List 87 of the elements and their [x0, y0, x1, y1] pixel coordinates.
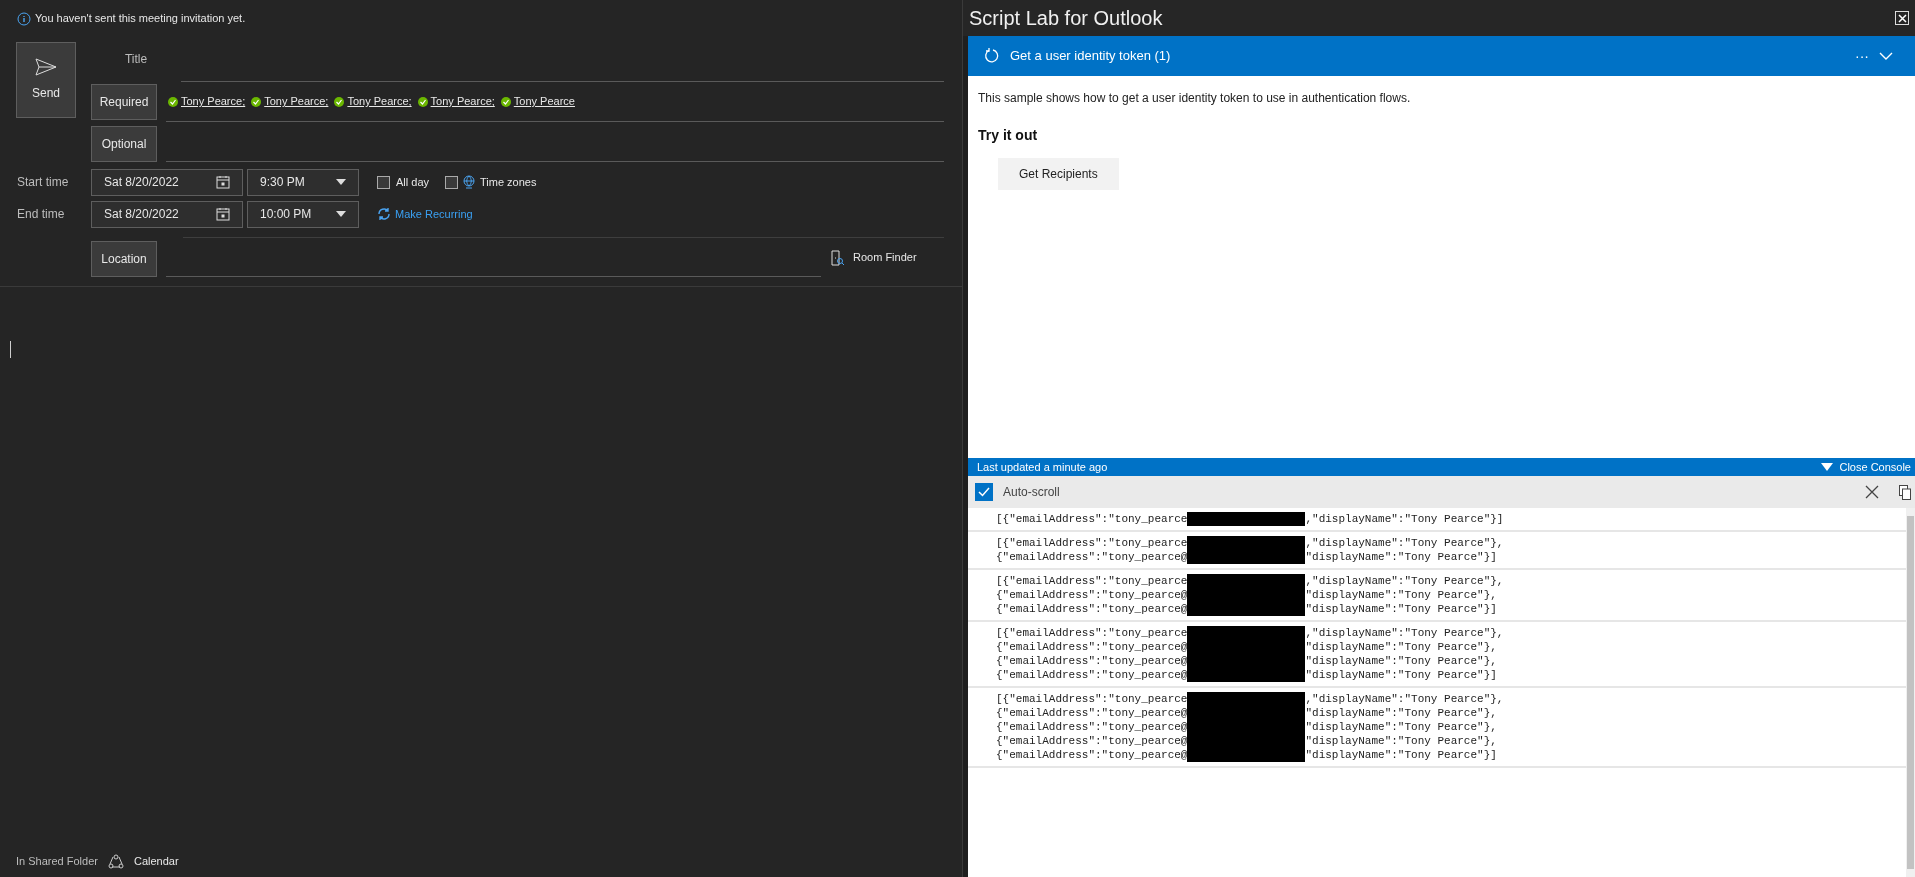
console-text: "displayName":"Tony Pearce"},: [1305, 587, 1497, 603]
check-circle-icon: [417, 96, 428, 107]
console-text: "displayName":"Tony Pearce"}]: [1305, 667, 1497, 683]
check-circle-icon: [251, 96, 262, 107]
all-day-checkbox[interactable]: [377, 175, 390, 189]
caret-icon: [336, 211, 346, 217]
room-finder-link[interactable]: Room Finder: [853, 249, 917, 266]
calendar-label: Calendar: [133, 853, 179, 869]
date-field[interactable]: Sat 8/20/2022: [91, 200, 243, 228]
console-text: ,"displayName":"Tony Pearce"},: [1305, 573, 1504, 589]
attendee-link[interactable]: Tony Pearce;: [264, 93, 329, 110]
close-button[interactable]: [1895, 11, 1909, 25]
more-button[interactable]: ···: [1855, 45, 1869, 67]
required-button[interactable]: Required: [91, 84, 157, 120]
section-heading: Try it out: [978, 126, 1039, 145]
console-text: ,"displayName":"Tony Pearce"},: [1305, 535, 1504, 551]
checkbox-label: All day: [396, 174, 430, 190]
console-text: "displayName":"Tony Pearce"}]: [1305, 747, 1497, 763]
time-zones-checkbox[interactable]: [445, 175, 459, 189]
copy-icon[interactable]: [1899, 484, 1911, 500]
calendar-icon[interactable]: [216, 175, 230, 189]
attendee-link[interactable]: Tony Pearce: [513, 93, 575, 110]
console-text: {"emailAddress":"tony_pearce@: [996, 587, 1188, 603]
recurring-icon: [377, 208, 391, 220]
console-text: ,"displayName":"Tony Pearce"},: [1305, 625, 1504, 641]
location-button[interactable]: Location: [91, 240, 157, 277]
chevron-down-icon[interactable]: [1879, 51, 1893, 61]
snippet-title: Get a user identity token (1): [1010, 47, 1171, 66]
folder-label: In Shared Folder: [16, 853, 98, 869]
console-text: {"emailAddress":"tony_pearce@: [996, 653, 1188, 669]
console-text: "displayName":"Tony Pearce"},: [1305, 653, 1497, 669]
field-label: End time: [16, 206, 66, 223]
attendee-link[interactable]: Tony Pearce;: [430, 93, 495, 110]
console-text: [{"emailAddress":"tony_pearce: [996, 625, 1188, 641]
info-icon: [17, 11, 31, 26]
console-text: {"emailAddress":"tony_pearce@: [996, 549, 1188, 565]
make-recurring-link[interactable]: Make Recurring: [395, 205, 473, 223]
get-recipients-button[interactable]: Get Recipients: [998, 158, 1119, 190]
console-text: {"emailAddress":"tony_pearce@: [996, 639, 1188, 655]
console-text: [{"emailAddress":"tony_pearce: [996, 535, 1188, 551]
room-finder-icon[interactable]: [829, 249, 845, 266]
check-circle-icon: [334, 96, 345, 107]
console-text: [{"emailAddress":"tony_pearce: [996, 691, 1188, 707]
console-text: "displayName":"Tony Pearce"},: [1305, 719, 1497, 735]
shared-icon: [107, 853, 124, 869]
console-text: {"emailAddress":"tony_pearce@: [996, 667, 1188, 683]
checkbox-label: Auto-scroll: [1003, 484, 1060, 501]
description-text: This sample shows how to get a user identity token to use in authentication flows.: [978, 90, 1412, 107]
check-circle-icon: [168, 96, 178, 107]
console-text: "displayName":"Tony Pearce"},: [1305, 705, 1497, 721]
close-console-link[interactable]: Close Console: [1839, 458, 1911, 476]
field-label: Start time: [16, 174, 70, 191]
time-dropdown[interactable]: 10:00 PM: [247, 200, 359, 228]
console-text: {"emailAddress":"tony_pearce@: [996, 747, 1188, 763]
optional-button[interactable]: Optional: [91, 125, 157, 162]
date-field[interactable]: Sat 8/20/2022: [91, 168, 243, 196]
console-text: "displayName":"Tony Pearce"},: [1305, 733, 1497, 749]
console-text: "displayName":"Tony Pearce"},: [1305, 639, 1497, 655]
console-text: {"emailAddress":"tony_pearce@: [996, 601, 1188, 617]
auto-scroll-checkbox[interactable]: [975, 483, 993, 501]
attendee-link[interactable]: Tony Pearce;: [347, 93, 412, 110]
pane-title: Script Lab for Outlook: [969, 6, 1163, 31]
text-cursor: [10, 341, 11, 358]
console-text: ,"displayName":"Tony Pearce"}]: [1305, 511, 1504, 527]
caret-icon: [336, 179, 346, 185]
console-text: {"emailAddress":"tony_pearce@: [996, 719, 1188, 735]
triangle-down-icon[interactable]: [1821, 463, 1834, 471]
console-text: {"emailAddress":"tony_pearce@: [996, 705, 1188, 721]
console-text: [{"emailAddress":"tony_pearce: [996, 511, 1188, 527]
title-label: Title: [123, 50, 149, 68]
console-text: "displayName":"Tony Pearce"}]: [1305, 601, 1497, 617]
console-text: [{"emailAddress":"tony_pearce: [996, 573, 1188, 589]
check-circle-icon: [500, 96, 511, 107]
checkbox-label: Time zones: [480, 174, 537, 190]
send-icon: [35, 58, 57, 76]
console-text: ,"displayName":"Tony Pearce"},: [1305, 691, 1504, 707]
time-dropdown[interactable]: 9:30 PM: [247, 168, 359, 196]
globe-icon: [462, 175, 477, 189]
send-button[interactable]: Send: [16, 42, 76, 118]
refresh-icon[interactable]: [984, 48, 1000, 64]
notice-text: You haven't sent this meeting invitation yet.: [35, 11, 246, 27]
console-status: Last updated a minute ago: [977, 459, 1108, 475]
console-text: {"emailAddress":"tony_pearce@: [996, 733, 1188, 749]
attendee-link[interactable]: Tony Pearce;: [181, 93, 246, 110]
clear-icon[interactable]: [1865, 485, 1879, 499]
calendar-icon[interactable]: [216, 207, 230, 221]
console-text: "displayName":"Tony Pearce"}]: [1305, 549, 1497, 565]
